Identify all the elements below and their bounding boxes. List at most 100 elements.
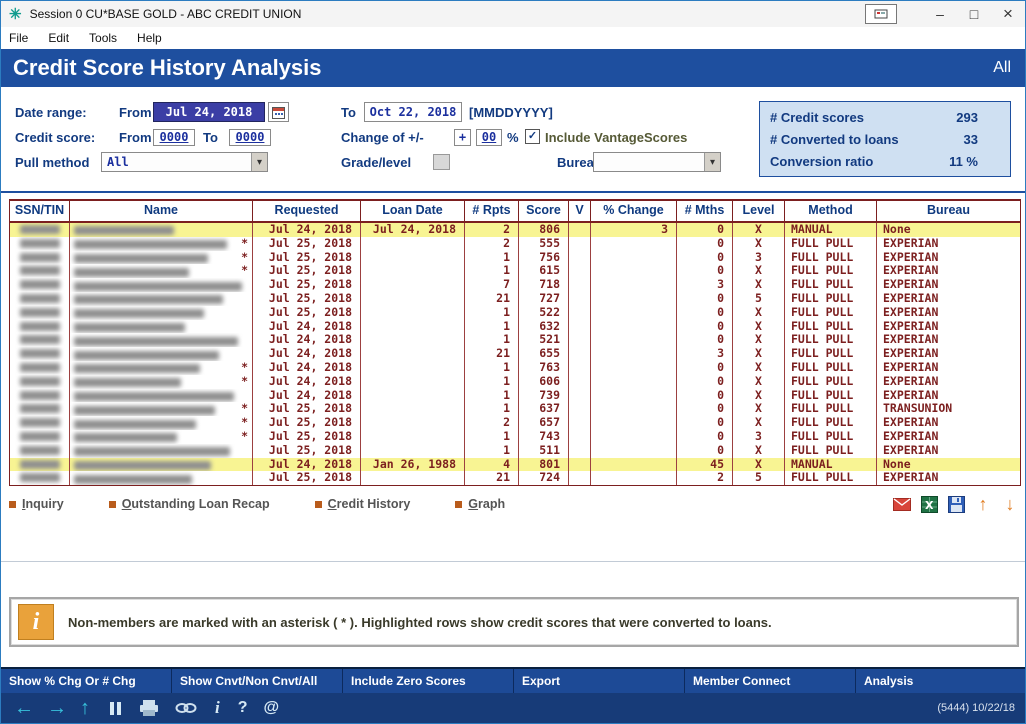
menu-item-file[interactable]: File [1, 31, 38, 45]
pdf-export-icon[interactable] [893, 495, 911, 513]
column-header-rpts[interactable]: # Rpts [465, 201, 519, 221]
column-header-requested[interactable]: Requested [253, 201, 361, 221]
fkey-show-cnvt-non-cnvt-all[interactable]: Show Cnvt/Non Cnvt/All [172, 669, 343, 693]
table-row[interactable]: Jul 24, 2018 Jul 24, 2018 2 806 3 0 X MANUAL Non… [10, 223, 1020, 237]
column-header-change[interactable]: % Change [591, 201, 677, 221]
printer-icon[interactable] [139, 700, 159, 716]
cell-rpts: 2 [465, 236, 519, 251]
action-button-graph[interactable]: Graph [455, 497, 505, 511]
table-row[interactable]: * Jul 25, 2018 1 637 0 X FULL PULL TRANSUNION [10, 402, 1020, 417]
action-button-outstanding-loan-recap[interactable]: Outstanding Loan Recap [108, 497, 270, 511]
column-header-name[interactable]: Name [70, 201, 253, 221]
column-header-method[interactable]: Method [785, 201, 877, 221]
back-arrow-icon[interactable]: ← [14, 698, 34, 718]
action-button-inquiry[interactable]: Inquiry [9, 497, 64, 511]
table-row[interactable]: Jul 25, 2018 7 718 3 X FULL PULL EXPERIAN [10, 278, 1020, 292]
table-row[interactable]: Jul 25, 2018 1 511 0 X FULL PULL EXPERIAN [10, 443, 1020, 458]
redacted-name [74, 474, 192, 484]
table-row[interactable]: * Jul 24, 2018 1 606 0 X FULL PULL EXPERIAN [10, 374, 1020, 389]
percent-label: % [507, 130, 519, 145]
table-row[interactable]: * Jul 25, 2018 1 743 0 3 FULL PULL EXPERIAN [10, 429, 1020, 444]
table-row[interactable]: * Jul 25, 2018 1 615 0 X FULL PULL EXPERIAN [10, 264, 1020, 279]
credit-from-input[interactable]: 0000 [153, 129, 195, 146]
include-vantage-checkbox[interactable]: ✓ [525, 129, 540, 144]
cell-v [569, 305, 591, 320]
menu-item-tools[interactable]: Tools [79, 31, 127, 45]
date-to-input[interactable]: Oct 22, 2018 [364, 102, 462, 122]
redacted-ssn [19, 431, 60, 441]
column-header-v[interactable]: V [569, 201, 591, 221]
redacted-ssn [19, 418, 60, 428]
table-row[interactable]: * Jul 25, 2018 2 657 0 X FULL PULL EXPERIAN [10, 416, 1020, 430]
grade-level-input[interactable] [433, 154, 450, 170]
change-amount-input[interactable]: 00 [476, 129, 502, 146]
forward-arrow-icon[interactable]: → [47, 698, 67, 718]
table-row[interactable]: * Jul 25, 2018 1 756 0 3 FULL PULL EXPERIAN [10, 250, 1020, 265]
cell-requested: Jul 25, 2018 [253, 443, 361, 458]
change-sign-input[interactable]: + [454, 129, 471, 146]
action-button-credit-history[interactable]: Credit History [314, 497, 410, 511]
table-row[interactable]: Jul 25, 2018 21 727 0 5 FULL PULL EXPERIAN [10, 291, 1020, 306]
bureau-select[interactable]: ▾ [593, 152, 721, 172]
table-row[interactable]: Jul 25, 2018 1 522 0 X FULL PULL EXPERIAN [10, 305, 1020, 320]
cell-pct_change [591, 443, 677, 458]
cell-v [569, 278, 591, 292]
info-icon[interactable]: i [215, 698, 220, 718]
chevron-down-icon[interactable]: ▾ [704, 153, 720, 171]
link-icon[interactable] [175, 702, 197, 714]
column-header-score[interactable]: Score [519, 201, 569, 221]
pause-icon[interactable] [110, 701, 121, 715]
screen-switch-button[interactable] [865, 4, 897, 24]
cell-loan_date [361, 347, 465, 361]
cell-method: FULL PULL [785, 360, 877, 375]
close-button[interactable]: × [991, 2, 1025, 26]
column-header-bureau[interactable]: Bureau [877, 201, 1020, 221]
table-row[interactable]: Jul 24, 2018 21 655 3 X FULL PULL EXPERIAN [10, 347, 1020, 361]
calendar-button[interactable] [268, 102, 289, 122]
cell-loan_date [361, 443, 465, 458]
excel-export-icon[interactable]: X [920, 495, 938, 513]
table-row[interactable]: Jul 25, 2018 21 724 2 5 FULL PULL EXPERIAN [10, 471, 1020, 486]
fkey-show-chg-or-chg[interactable]: Show % Chg Or # Chg [1, 669, 172, 693]
save-disk-icon[interactable] [947, 495, 965, 513]
cell-name: * [70, 402, 253, 417]
cell-score: 657 [519, 416, 569, 430]
maximize-button[interactable]: □ [957, 2, 991, 26]
up-arrow-icon[interactable]: ↑ [80, 698, 90, 718]
chevron-down-icon[interactable]: ▾ [251, 153, 267, 171]
date-from-input[interactable]: Jul 24, 2018 [153, 102, 265, 122]
column-header-mths[interactable]: # Mths [677, 201, 733, 221]
cell-name [70, 305, 253, 320]
fkey-member-connect[interactable]: Member Connect [685, 669, 856, 693]
cell-requested: Jul 25, 2018 [253, 278, 361, 292]
menu-item-edit[interactable]: Edit [38, 31, 79, 45]
fkey-export[interactable]: Export [514, 669, 685, 693]
table-row[interactable]: * Jul 24, 2018 1 763 0 X FULL PULL EXPERIAN [10, 360, 1020, 375]
help-icon[interactable]: ? [238, 699, 248, 717]
summary-label: # Credit scores [770, 109, 864, 125]
column-header-loan-date[interactable]: Loan Date [361, 201, 465, 221]
pull-method-select[interactable]: All ▾ [101, 152, 268, 172]
table-row[interactable]: Jul 24, 2018 1 521 0 X FULL PULL EXPERIAN [10, 333, 1020, 348]
cell-bureau: EXPERIAN [883, 429, 939, 443]
scroll-up-icon[interactable]: ↑ [974, 495, 992, 513]
cell-level: X [733, 374, 785, 389]
cell-pct_change [591, 471, 677, 486]
minimize-button[interactable]: – [923, 2, 957, 26]
table-row[interactable]: Jul 24, 2018 Jan 26, 1988 4 801 45 X MANUAL Non… [10, 457, 1020, 472]
column-header-ssn-tin[interactable]: SSN/TIN [10, 201, 70, 221]
cell-score: 522 [519, 305, 569, 320]
screen-switch-icon [874, 9, 888, 18]
column-header-level[interactable]: Level [733, 201, 785, 221]
menu-item-help[interactable]: Help [127, 31, 172, 45]
scroll-down-icon[interactable]: ↓ [1001, 495, 1019, 513]
table-row[interactable]: * Jul 25, 2018 2 555 0 X FULL PULL EXPERIAN [10, 236, 1020, 251]
fkey-include-zero-scores[interactable]: Include Zero Scores [343, 669, 514, 693]
cell-method: FULL PULL [785, 278, 877, 292]
cell-requested: Jul 25, 2018 [253, 250, 361, 265]
email-at-icon[interactable]: @ [264, 699, 280, 717]
credit-to-input[interactable]: 0000 [229, 129, 271, 146]
table-row[interactable]: Jul 24, 2018 1 739 0 X FULL PULL EXPERIAN [10, 388, 1020, 403]
fkey-analysis[interactable]: Analysis [856, 669, 1025, 693]
table-row[interactable]: Jul 24, 2018 1 632 0 X FULL PULL EXPERIAN [10, 319, 1020, 334]
